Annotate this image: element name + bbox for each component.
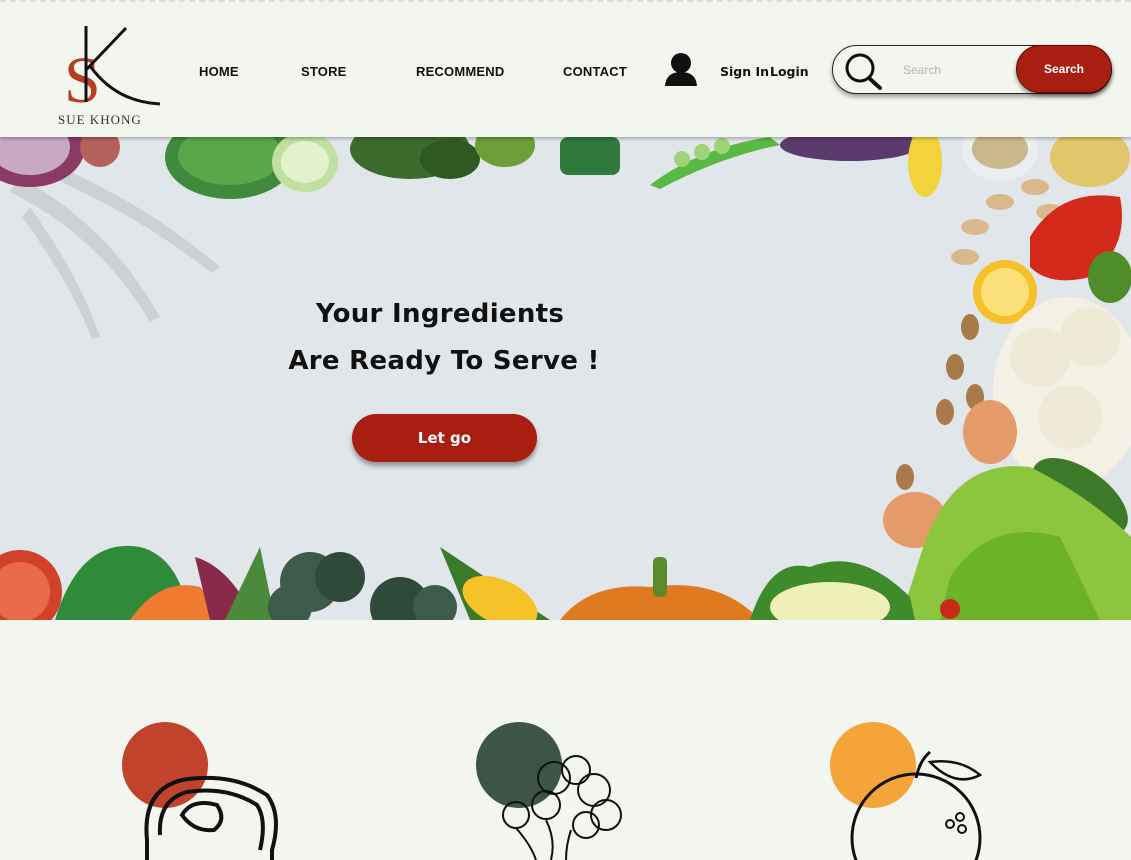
login-link[interactable]: Login: [770, 64, 809, 79]
category-meat[interactable]: [122, 720, 292, 860]
nav-recommend[interactable]: RECOMMEND: [416, 64, 504, 79]
brand-initial-s: S: [64, 44, 101, 117]
nav-contact[interactable]: CONTACT: [563, 64, 627, 79]
nav-store[interactable]: STORE: [301, 64, 347, 79]
site-header: S SUE KHONG HOME STORE RECOMMEND CONTACT…: [0, 0, 1131, 137]
sign-in-link[interactable]: Sign In: [720, 64, 769, 79]
hero-banner: Your Ingredients Are Ready To Serve ! Le…: [0, 137, 1131, 620]
search-bar: Search: [832, 45, 1112, 94]
hero-title-line1: Your Ingredients: [315, 299, 565, 329]
search-button[interactable]: Search: [1016, 45, 1112, 93]
orange-fruit-icon: [850, 750, 983, 860]
search-input[interactable]: [903, 60, 1003, 80]
category-fruits[interactable]: [830, 720, 1000, 860]
broccoli-icon: [502, 755, 622, 860]
brand-name: SUE KHONG: [58, 112, 142, 127]
category-vegetables[interactable]: [476, 720, 646, 860]
vegetable-frame-illustration: [0, 137, 1131, 620]
meat-steak-icon: [144, 775, 278, 860]
user-icon[interactable]: [663, 52, 699, 86]
hero-title-line2: Are Ready To Serve !: [288, 346, 600, 376]
nav-home[interactable]: HOME: [199, 64, 239, 79]
search-icon[interactable]: [843, 52, 883, 90]
lets-go-button[interactable]: Let go: [352, 414, 537, 462]
